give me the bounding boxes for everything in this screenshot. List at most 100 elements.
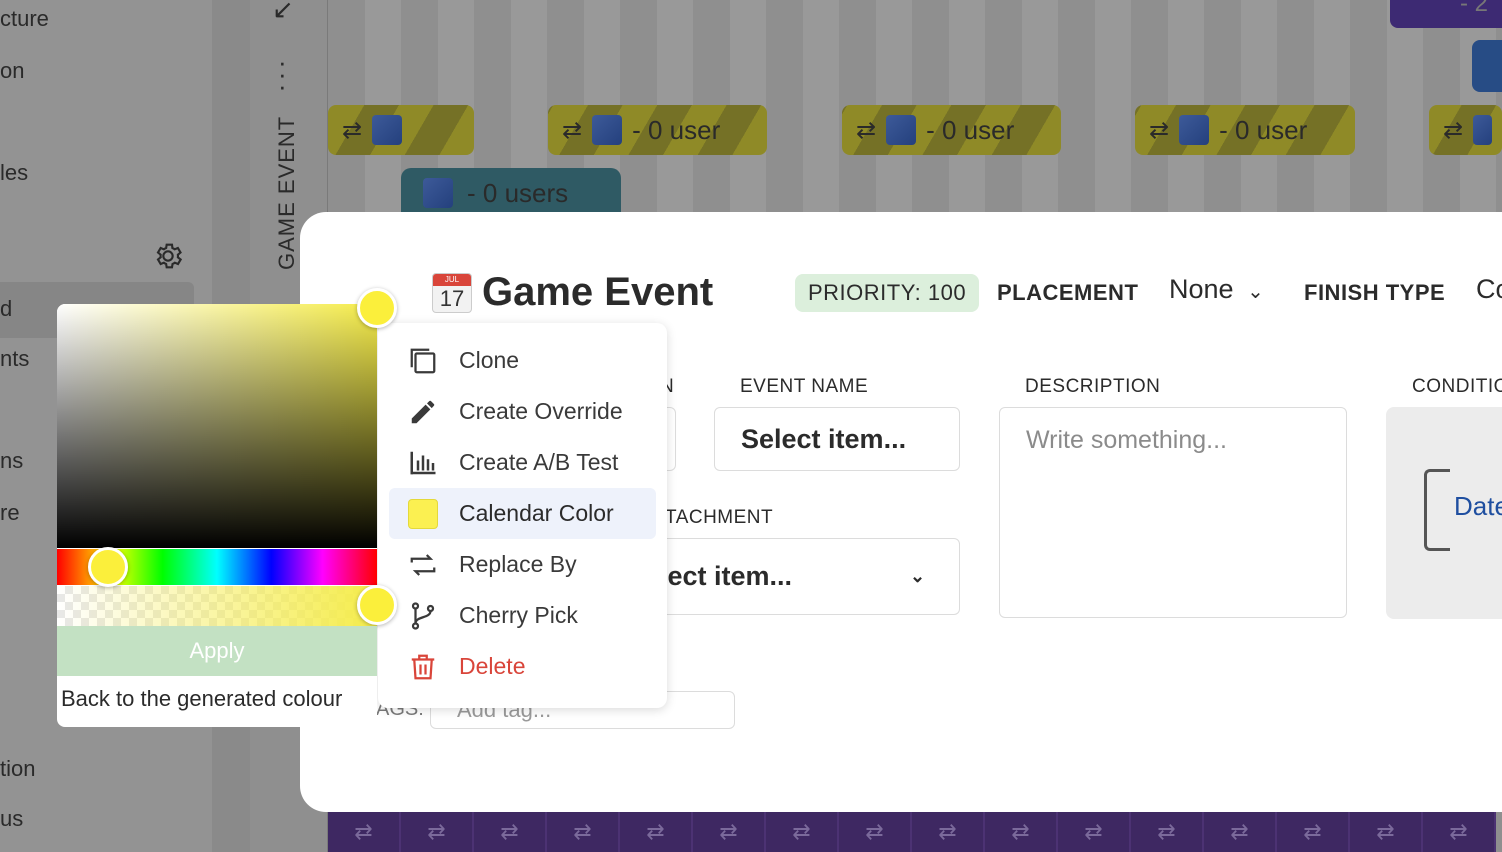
color-picker: Apply Back to the generated colour xyxy=(57,288,397,727)
event-name-label: EVENT NAME xyxy=(740,376,869,397)
menu-item-replace-by[interactable]: Replace By xyxy=(389,539,656,590)
cube-icon xyxy=(372,115,403,145)
repeat-icon: ⇄ xyxy=(562,116,583,144)
event-pill[interactable]: ⇄ - 0 user xyxy=(842,105,1061,155)
calendar-icon-month: JUL xyxy=(433,273,471,286)
apply-button[interactable]: Apply xyxy=(57,626,377,676)
repeat-icon: ⇄ xyxy=(1350,812,1423,852)
event-pill[interactable]: ⇄ - 0 user xyxy=(548,105,767,155)
clone-icon xyxy=(407,345,439,377)
menu-item-create-override[interactable]: Create Override xyxy=(389,386,656,437)
finish-type-value[interactable]: Co xyxy=(1476,274,1502,305)
event-pill[interactable]: ⇄ - 0 user xyxy=(1135,105,1355,155)
repeat-icon: ⇄ xyxy=(1149,116,1170,144)
priority-badge: PRIORITY: 100 xyxy=(795,274,980,312)
condition-label: CONDITIO xyxy=(1412,376,1502,397)
cube-icon xyxy=(1473,115,1492,145)
repeat-icon: ⇄ xyxy=(1131,812,1204,852)
calendar-icon: JUL 17 xyxy=(432,272,472,313)
menu-item-delete[interactable]: Delete xyxy=(389,641,656,692)
condition-date-link[interactable]: Date xyxy=(1454,491,1502,522)
gear-icon[interactable] xyxy=(152,240,184,272)
more-options-icon[interactable]: · · · xyxy=(278,49,287,99)
pencil-icon xyxy=(407,396,439,428)
repeat-icon: ⇄ xyxy=(1423,812,1496,852)
chevron-down-icon: ⌄ xyxy=(910,566,926,586)
event-pill-blue[interactable] xyxy=(1472,40,1502,92)
event-pill-label: - 2 xyxy=(1460,0,1489,17)
attachment-label: TACHMENT xyxy=(665,507,774,528)
cube-icon xyxy=(592,115,623,145)
page-title: Game Event xyxy=(482,270,714,314)
repeat-icon: ⇄ xyxy=(912,812,985,852)
menu-item-cherry-pick[interactable]: Cherry Pick xyxy=(389,590,656,641)
repeat-icon: ⇄ xyxy=(342,116,363,144)
menu-item-label: Clone xyxy=(459,347,520,373)
menu-item-calendar-color[interactable]: Calendar Color xyxy=(389,488,656,539)
saturation-handle[interactable] xyxy=(357,288,397,328)
sidebar-item[interactable]: on xyxy=(0,58,24,84)
menu-item-label: Cherry Pick xyxy=(459,602,578,628)
strip-title: GAME EVENT xyxy=(274,115,299,270)
sidebar-item[interactable]: nts xyxy=(0,346,29,372)
event-pill-purple[interactable]: - 2 xyxy=(1390,0,1502,28)
menu-item-label: Delete xyxy=(459,653,526,679)
menu-item-label: Create A/B Test xyxy=(459,449,619,475)
modal-title: JUL 17 Game Event xyxy=(432,270,713,315)
menu-item-label: Create Override xyxy=(459,398,623,424)
reset-colour-link[interactable]: Back to the generated colour xyxy=(61,686,342,712)
menu-item-create-ab-test[interactable]: Create A/B Test xyxy=(389,437,656,488)
placement-select[interactable]: None ⌄ xyxy=(1169,274,1264,305)
sidebar-item[interactable]: cture xyxy=(0,6,49,32)
repeat-icon: ⇄ xyxy=(401,812,474,852)
menu-item-label: Replace By xyxy=(459,551,577,577)
sidebar-item[interactable]: tion xyxy=(0,756,35,782)
placement-value: None xyxy=(1169,274,1234,304)
repeat-icon: ⇄ xyxy=(620,812,693,852)
sidebar-item[interactable]: ns xyxy=(0,448,23,474)
context-menu: Clone Create Override Create A/B Test Ca… xyxy=(378,323,667,708)
event-pill[interactable]: ⇄ xyxy=(328,105,474,155)
attachment-value: lect item... xyxy=(660,561,793,591)
sidebar-item-active[interactable]: d xyxy=(0,296,12,322)
branch-icon xyxy=(407,600,439,632)
hue-handle[interactable] xyxy=(88,547,128,587)
collapse-arrow-icon[interactable]: ↙ xyxy=(272,0,294,25)
event-pill-label: - 0 user xyxy=(632,114,721,145)
repeat-icon: ⇄ xyxy=(1058,812,1131,852)
sidebar-item[interactable]: re xyxy=(0,500,20,526)
repeat-icon: ⇄ xyxy=(1277,812,1350,852)
description-label: DESCRIPTION xyxy=(1025,376,1161,397)
chart-icon xyxy=(407,447,439,479)
condition-bracket xyxy=(1424,469,1450,551)
event-pill-label: - 0 users xyxy=(467,177,569,208)
alpha-slider[interactable] xyxy=(57,586,377,626)
saturation-area[interactable] xyxy=(57,304,377,548)
event-pill-label: - 0 user xyxy=(926,114,1015,145)
event-row-purple: ⇄ ⇄ ⇄ ⇄ ⇄ ⇄ ⇄ ⇄ ⇄ ⇄ ⇄ ⇄ ⇄ ⇄ ⇄ ⇄ xyxy=(328,812,1502,852)
menu-item-label: Calendar Color xyxy=(459,500,614,526)
finish-type-label: FINISH TYPE xyxy=(1304,280,1446,305)
calendar-icon-day: 17 xyxy=(439,285,465,311)
placement-label: PLACEMENT xyxy=(997,280,1139,305)
cube-icon xyxy=(1179,115,1210,145)
repeat-icon: ⇄ xyxy=(328,812,401,852)
condition-box[interactable]: Date xyxy=(1386,407,1502,619)
trash-icon xyxy=(407,651,439,683)
cube-icon xyxy=(423,178,453,208)
repeat-icon: ⇄ xyxy=(856,116,877,144)
repeat-icon: ⇄ xyxy=(693,812,766,852)
alpha-handle[interactable] xyxy=(357,585,397,625)
menu-item-clone[interactable]: Clone xyxy=(389,335,656,386)
event-name-select[interactable]: Select item... xyxy=(714,407,960,471)
description-input[interactable]: Write something... xyxy=(999,407,1347,618)
sidebar-item[interactable]: les xyxy=(0,160,28,186)
cube-icon xyxy=(886,115,917,145)
event-pill[interactable]: ⇄ xyxy=(1429,105,1502,155)
event-pill-teal[interactable]: - 0 users xyxy=(401,168,621,218)
repeat-icon: ⇄ xyxy=(985,812,1058,852)
repeat-icon: ⇄ xyxy=(474,812,547,852)
sidebar-item[interactable]: us xyxy=(0,806,23,832)
color-swatch-icon xyxy=(407,498,439,530)
replace-icon xyxy=(407,549,439,581)
